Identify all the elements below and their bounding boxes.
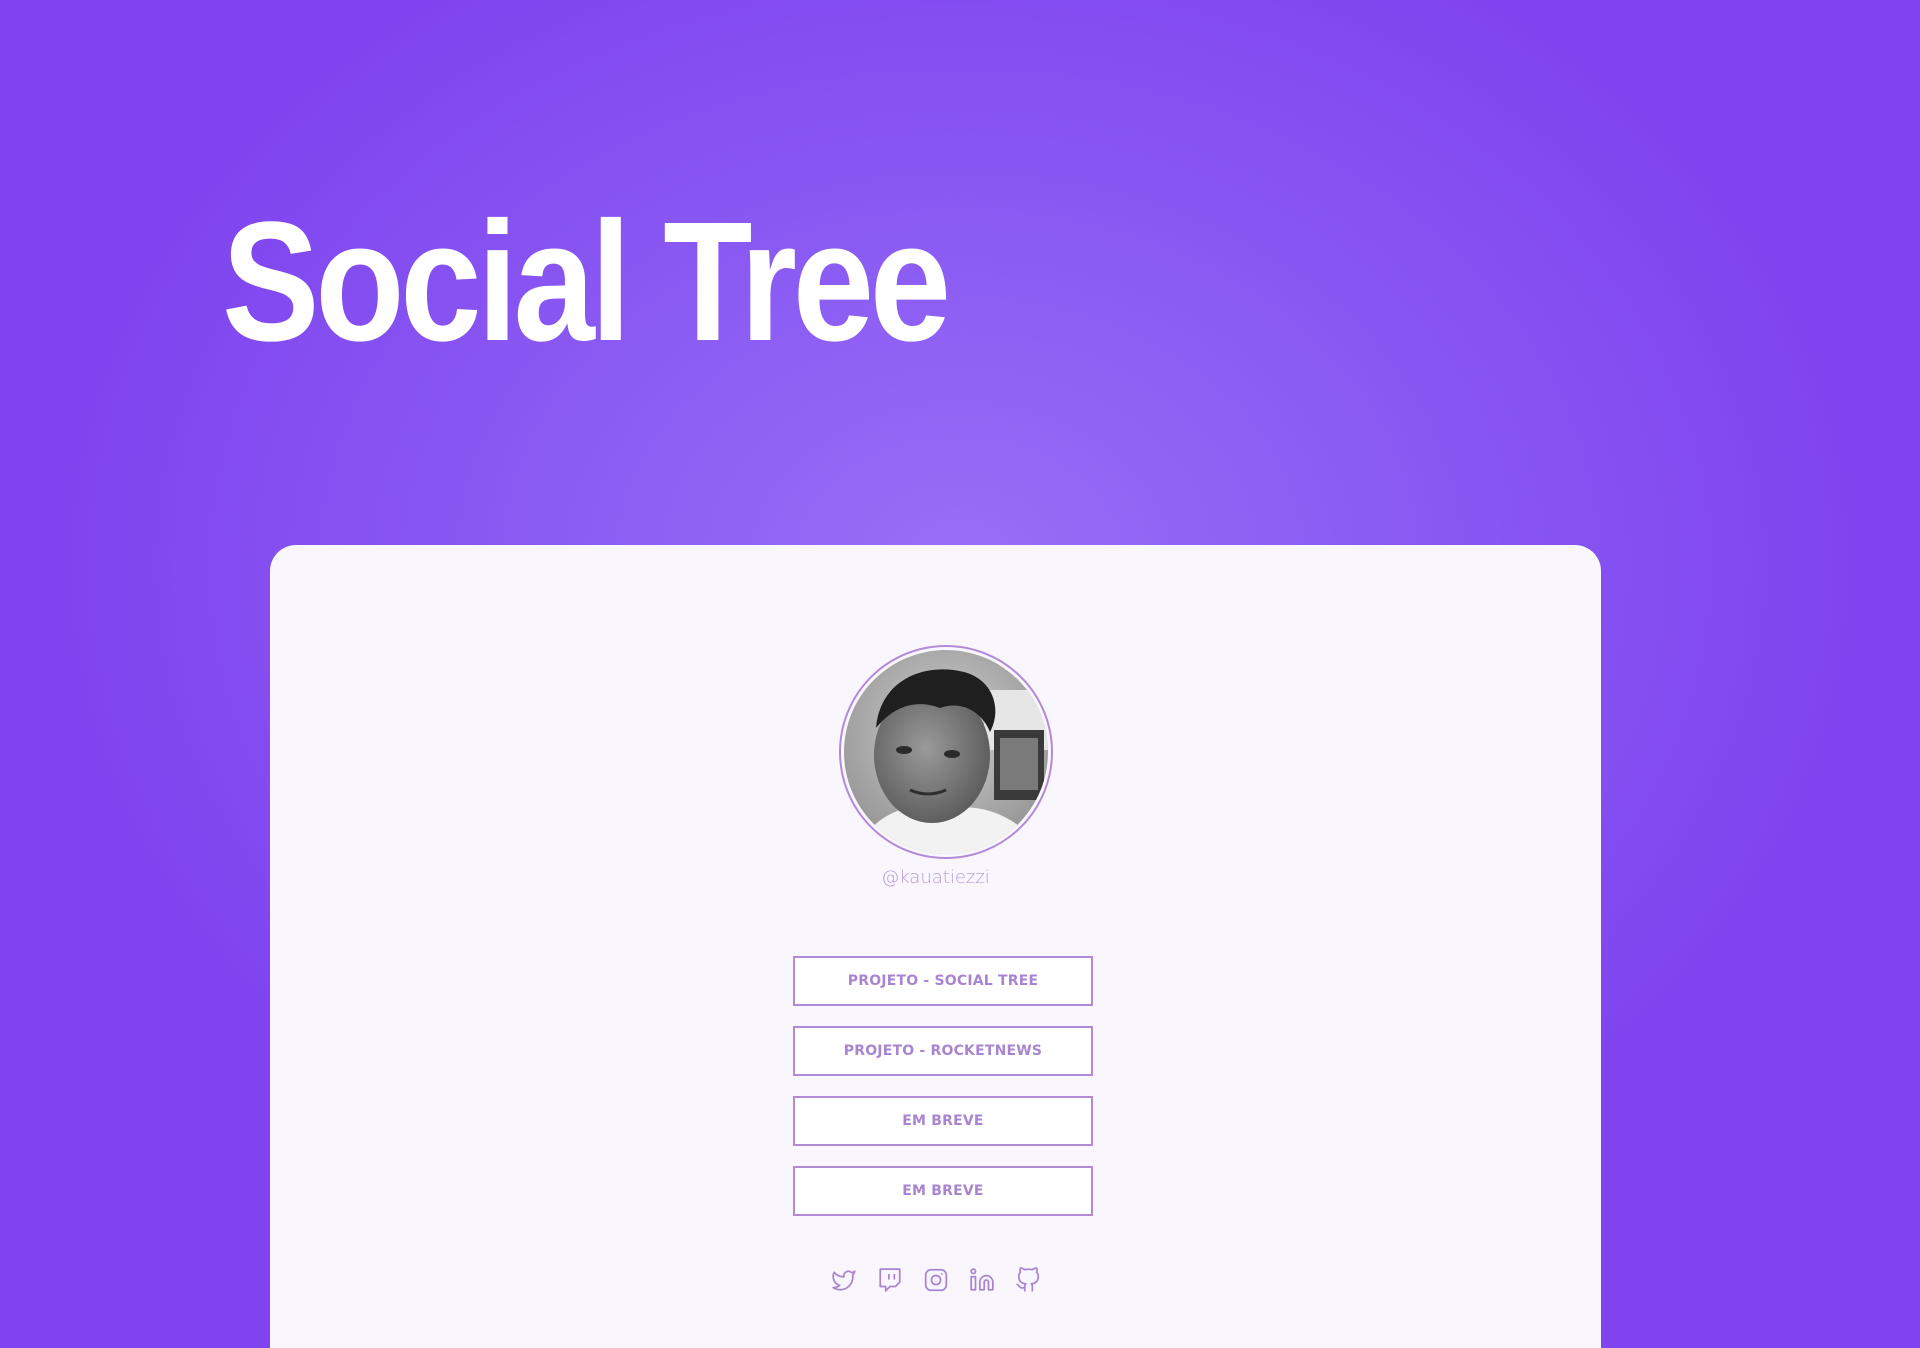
link-button-em-breve-1[interactable]: EM BREVE (793, 1096, 1093, 1146)
link-button-social-tree[interactable]: PROJETO - SOCIAL TREE (793, 956, 1093, 1006)
linkedin-icon[interactable] (969, 1267, 995, 1293)
github-icon[interactable] (1015, 1267, 1041, 1293)
avatar-photo (844, 650, 1048, 854)
links-list: PROJETO - SOCIAL TREE PROJETO - ROCKETNE… (793, 956, 1093, 1236)
link-button-em-breve-2[interactable]: EM BREVE (793, 1166, 1093, 1216)
twitter-icon[interactable] (831, 1267, 857, 1293)
social-icons (270, 1267, 1601, 1293)
username: @kauatiezzi (881, 867, 990, 888)
link-button-rocketnews[interactable]: PROJETO - ROCKETNEWS (793, 1026, 1093, 1076)
page-title: Social Tree (222, 187, 951, 377)
avatar (839, 645, 1053, 859)
instagram-icon[interactable] (923, 1267, 949, 1293)
twitch-icon[interactable] (877, 1267, 903, 1293)
profile-card: @kauatiezzi PROJETO - SOCIAL TREE PROJET… (270, 545, 1601, 1348)
